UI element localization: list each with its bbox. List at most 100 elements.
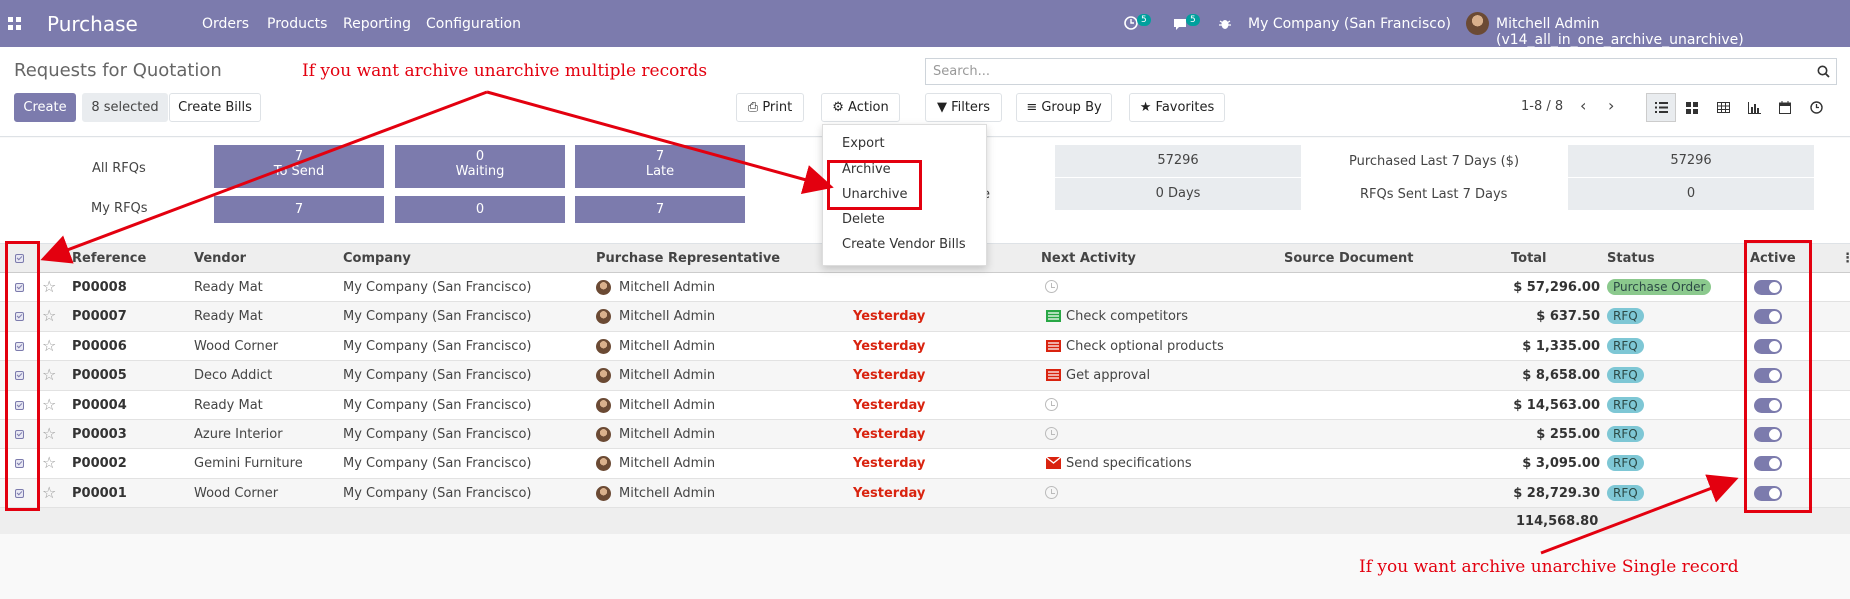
menu-item-create-vendor-bills[interactable]: Create Vendor Bills — [842, 237, 966, 252]
envelope-icon[interactable] — [1046, 457, 1061, 470]
grand-total: 114,568.80 — [1516, 514, 1599, 529]
list-view-button[interactable] — [1646, 93, 1676, 122]
cell-reference: P00002 — [72, 456, 127, 472]
cell-total: $ 14,563.00 — [1513, 397, 1600, 413]
col-vendor[interactable]: Vendor — [194, 251, 246, 266]
rep-avatar — [596, 368, 611, 384]
rep-avatar — [596, 338, 611, 354]
create-bills-button[interactable]: Create Bills — [169, 93, 261, 122]
filter-icon: ▼ — [936, 100, 947, 115]
priority-star-icon[interactable]: ☆ — [42, 336, 56, 355]
col-company[interactable]: Company — [343, 251, 411, 266]
cell-next-activity: Send specifications — [1066, 456, 1192, 472]
table-row[interactable]: ☆ P00005 Deco Addict My Company (San Franci… — [0, 361, 1850, 391]
list-icon — [1655, 102, 1668, 113]
calendar-icon — [1779, 101, 1791, 114]
cell-representative: Mitchell Admin — [619, 309, 716, 325]
tile-label: Late — [645, 164, 675, 179]
rep-avatar — [596, 397, 611, 413]
print-button[interactable]: ⎙ Print — [736, 93, 804, 122]
search-icon[interactable] — [1817, 65, 1830, 78]
cell-reference: P00007 — [72, 309, 127, 325]
search-input[interactable]: Search... — [925, 58, 1837, 85]
activity-clock-icon[interactable] — [1045, 427, 1058, 440]
table-row[interactable]: ☆ P00007 Ready Mat My Company (San Francisc… — [0, 302, 1850, 332]
rep-avatar — [596, 309, 611, 325]
app-name[interactable]: Purchase — [47, 12, 138, 36]
pager-value[interactable]: 1-8 / 8 — [1521, 99, 1563, 114]
menu-item-delete[interactable]: Delete — [842, 212, 885, 227]
col-next-activity[interactable]: Next Activity — [1041, 251, 1136, 266]
calendar-view-button[interactable] — [1770, 93, 1800, 122]
cell-reference: P00003 — [72, 427, 127, 442]
cell-representative: Mitchell Admin — [619, 368, 716, 384]
cell-total: $ 3,095.00 — [1522, 456, 1600, 472]
bug-icon[interactable] — [1219, 17, 1231, 30]
cell-deadline: Yesterday — [853, 309, 926, 325]
task-list-icon[interactable] — [1046, 339, 1061, 352]
priority-star-icon[interactable]: ☆ — [42, 453, 56, 472]
my-waiting-value[interactable]: 0 — [395, 196, 565, 223]
menu-orders[interactable]: Orders — [202, 16, 249, 32]
status-badge: RFQ — [1607, 426, 1644, 442]
pivot-view-button[interactable] — [1708, 93, 1738, 122]
tile-to-send[interactable]: 7 To Send — [214, 145, 384, 188]
col-status[interactable]: Status — [1607, 251, 1655, 266]
menu-reporting[interactable]: Reporting — [343, 16, 411, 32]
annotation-single: If you want archive unarchive Single rec… — [1359, 557, 1739, 577]
company-switcher[interactable]: My Company (San Francisco) — [1248, 16, 1451, 32]
user-avatar[interactable] — [1466, 12, 1489, 35]
cell-next-activity: Get approval — [1066, 368, 1151, 384]
table-row[interactable]: ☆ P00008 Ready Mat My Company (San Francisc… — [0, 273, 1850, 303]
col-reference[interactable]: Reference — [72, 251, 146, 266]
graph-view-button[interactable] — [1739, 93, 1769, 122]
priority-star-icon[interactable]: ☆ — [42, 395, 56, 414]
table-row[interactable]: ☆ P00004 Ready Mat My Company (San Francisc… — [0, 390, 1850, 420]
priority-star-icon[interactable]: ☆ — [42, 365, 56, 384]
task-list-icon[interactable] — [1046, 369, 1061, 382]
filters-button[interactable]: ▼ Filters — [925, 93, 1002, 122]
kanban-view-button[interactable] — [1677, 93, 1707, 122]
table-row[interactable]: ☆ P00001 Wood Corner My Company (San Franci… — [0, 478, 1850, 509]
priority-star-icon[interactable]: ☆ — [42, 277, 56, 296]
menu-item-export[interactable]: Export — [842, 136, 885, 151]
cell-company: My Company (San Francisco) — [343, 427, 532, 442]
table-row[interactable]: ☆ P00003 Azure Interior My Company (San Fra… — [0, 420, 1850, 450]
cell-company: My Company (San Francisco) — [343, 456, 532, 472]
optional-columns-icon[interactable]: ⋮ — [1841, 251, 1850, 266]
cell-company: My Company (San Francisco) — [343, 485, 532, 501]
table-row[interactable]: ☆ P00002 Gemini Furniture My Company (San F… — [0, 449, 1850, 479]
cell-vendor: Wood Corner — [194, 338, 279, 354]
menu-configuration[interactable]: Configuration — [426, 16, 521, 32]
pager-next-icon[interactable]: › — [1608, 96, 1614, 115]
col-source-document[interactable]: Source Document — [1284, 251, 1414, 266]
cell-total: $ 8,658.00 — [1522, 368, 1600, 384]
rfqs-sent-value: 0 — [1568, 178, 1814, 210]
tile-waiting[interactable]: 0 Waiting — [395, 145, 565, 188]
activity-clock-icon[interactable] — [1045, 280, 1058, 293]
create-button[interactable]: Create — [14, 93, 76, 122]
tile-late[interactable]: 7 Late — [575, 145, 745, 188]
stat-days-value: 0 Days — [1055, 178, 1301, 210]
priority-star-icon[interactable]: ☆ — [42, 306, 56, 325]
activity-clock-icon[interactable] — [1045, 485, 1058, 499]
pager-prev-icon[interactable]: ‹ — [1580, 96, 1586, 115]
my-to-send-value[interactable]: 7 — [214, 196, 384, 223]
activity-view-button[interactable] — [1801, 93, 1831, 122]
menu-products[interactable]: Products — [267, 16, 327, 32]
my-late-value[interactable]: 7 — [575, 196, 745, 223]
col-total[interactable]: Total — [1511, 251, 1547, 266]
user-menu[interactable]: Mitchell Admin (v14_all_in_one_archive_u… — [1496, 16, 1850, 48]
group-by-button[interactable]: ≡ Group By — [1016, 93, 1112, 122]
priority-star-icon[interactable]: ☆ — [42, 483, 56, 502]
cell-deadline: Yesterday — [853, 427, 926, 442]
action-button[interactable]: ⚙ Action — [821, 93, 900, 122]
table-row[interactable]: ☆ P00006 Wood Corner My Company (San Franci… — [0, 331, 1850, 362]
priority-star-icon[interactable]: ☆ — [42, 424, 56, 443]
activity-clock-icon[interactable] — [1045, 397, 1058, 411]
col-purchase-representative[interactable]: Purchase Representative — [596, 251, 780, 266]
apps-menu-icon[interactable] — [8, 17, 21, 30]
activity-clock-icon[interactable] — [1124, 16, 1138, 30]
favorites-button[interactable]: ★ Favorites — [1129, 93, 1225, 122]
task-list-icon[interactable] — [1046, 310, 1061, 323]
